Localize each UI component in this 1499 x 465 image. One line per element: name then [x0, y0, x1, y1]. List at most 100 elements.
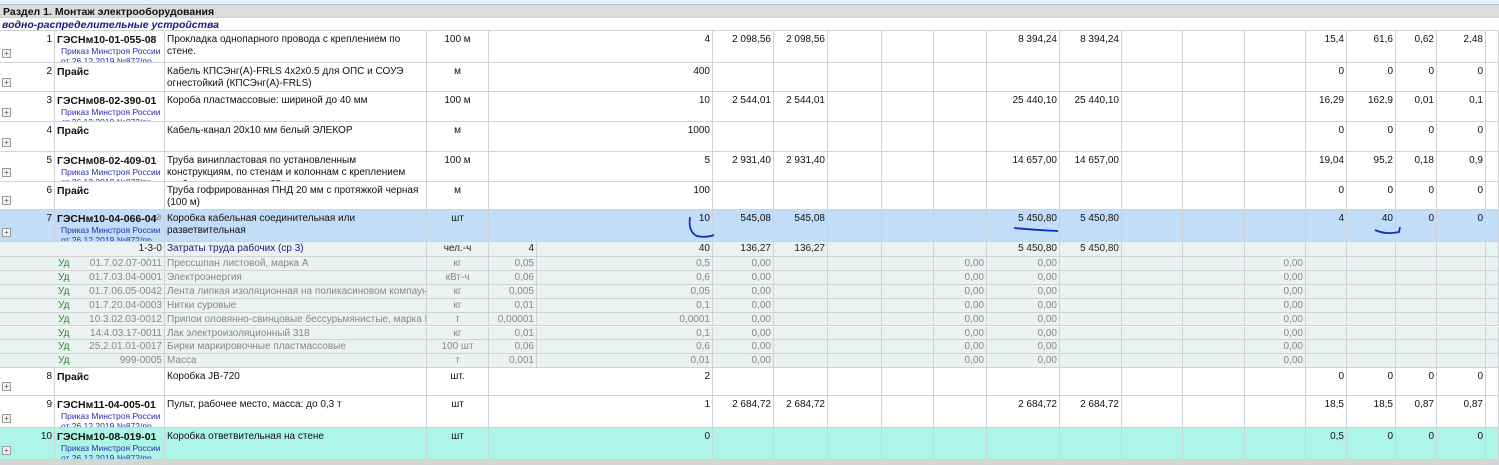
item-name: Пульт, рабочее место, масса: до 0,3 т — [165, 396, 427, 428]
resource-row[interactable]: Уд 01.7.02.07-0011 Прессшпан листовой, мар… — [0, 257, 1499, 271]
code-cell: Прайс — [55, 368, 165, 396]
section-header[interactable]: Раздел 1. Монтаж электрооборудования — [0, 5, 1499, 18]
estimate-row[interactable]: 3 + ГЭСНм08-02-390-01 Приказ Минстроя Росси… — [0, 92, 1499, 122]
value-cell — [1183, 270, 1245, 284]
value-cell: 0 — [1437, 368, 1486, 396]
estimate-row[interactable]: 1 + ГЭСНм10-01-055-08 Приказ Минстроя Росси… — [0, 31, 1499, 63]
resource-type-tag: Уд — [58, 355, 70, 367]
value-cell — [828, 312, 882, 326]
estimate-row[interactable]: 4 + Прайс Кабель-канал 20х10 мм белый ЭЛЕКО… — [0, 122, 1499, 152]
resource-row[interactable]: Уд 10.3.02.03-0012 Припои оловянно-свинцов… — [0, 312, 1499, 327]
expand-icon[interactable]: + — [2, 138, 11, 147]
subsection-header[interactable]: водно-распределительные устройства — [0, 18, 1499, 31]
estimate-row[interactable]: 6 + Прайс Труба гофрированная ПНД 20 мм с п… — [0, 182, 1499, 210]
resource-row[interactable]: Уд 01.7.20.04-0003 Нитки суровые кг 0,01 0,1 0… — [0, 298, 1499, 313]
resource-code: 01.7.20.04-0003 — [89, 299, 162, 311]
order-reference[interactable]: от 26.12.2019 №872/пр — [57, 453, 162, 459]
order-reference[interactable]: Приказ Минстроя России — [57, 443, 162, 453]
expand-icon[interactable]: + — [2, 108, 11, 117]
estimate-row[interactable]: 5 + ГЭСНм08-02-409-01 Приказ Минстроя Росси… — [0, 152, 1499, 182]
expand-icon[interactable]: + — [2, 382, 11, 392]
quantity: 400 — [489, 63, 713, 91]
order-reference[interactable]: Приказ Минстроя России — [57, 167, 162, 177]
resource-row[interactable]: Уд 14.4.03.17-0011 Лак электроизоляционный… — [0, 326, 1499, 341]
order-reference[interactable]: Приказ Минстроя России — [57, 411, 162, 421]
spacer-cell — [1486, 326, 1499, 340]
value-cell — [774, 428, 828, 460]
order-reference[interactable]: от 26.12.2019 №872/пр — [57, 421, 162, 427]
spacer-cell — [1486, 242, 1499, 256]
value-cell: 0,00 — [713, 312, 774, 326]
labor-cost-row[interactable]: 1-3-0 Затраты труда рабочих (ср 3) чел.-ч 4… — [0, 242, 1499, 257]
value-cell: 5 450,80 — [987, 210, 1060, 241]
spacer-cell — [1486, 63, 1499, 91]
order-reference[interactable]: от 26.12.2019 №872/пр — [57, 117, 162, 121]
value-cell: 0,00 — [713, 257, 774, 270]
order-reference[interactable]: Приказ Минстроя России — [57, 107, 162, 117]
spacer-cell — [1486, 270, 1499, 284]
value-cell — [1183, 122, 1245, 151]
value-cell — [1183, 31, 1245, 62]
order-reference[interactable]: от 26.12.2019 №872/пр — [57, 56, 162, 62]
value-cell — [1396, 340, 1437, 354]
code-cell: ГЭСНм10-08-019-01 Приказ Минстроя России о… — [55, 428, 165, 460]
order-reference[interactable]: от 26.12.2019 №872/пр — [57, 235, 162, 241]
value-cell — [1437, 312, 1486, 326]
value-cell — [828, 152, 882, 181]
expand-icon[interactable]: + — [2, 78, 11, 87]
value-cell: 0,01 — [1396, 92, 1437, 121]
quantity: 100 — [489, 182, 713, 209]
value-cell: 0,00 — [1245, 354, 1306, 368]
value-cell — [774, 298, 828, 312]
resource-unit: т — [427, 354, 489, 368]
value-cell: 0,00 — [1245, 270, 1306, 284]
item-name: Труба винипластовая по установленным кон… — [165, 152, 427, 181]
estimate-row[interactable]: 2 + Прайс Кабель КПСЭнг(А)-FRLS 4х2х0.5 для… — [0, 63, 1499, 92]
value-cell — [934, 396, 987, 428]
resource-row[interactable]: Уд 25.2.01.01-0017 Бирки маркировочные пла… — [0, 340, 1499, 355]
value-cell — [1060, 270, 1122, 284]
row-number-cell: 4 + — [0, 122, 55, 151]
resource-code: 999-0005 — [119, 355, 162, 367]
value-cell — [1396, 298, 1437, 312]
value-cell — [1122, 122, 1183, 151]
expand-icon[interactable]: + — [2, 49, 11, 58]
value-cell — [882, 428, 934, 460]
value-cell — [1396, 257, 1437, 270]
expand-icon[interactable]: + — [2, 414, 11, 424]
paperclip-icon[interactable]: ⊘ — [154, 212, 162, 223]
value-cell: 25 440,10 — [1060, 92, 1122, 121]
resource-row[interactable]: Уд 01.7.03.04-0001 Электроэнергия кВт-ч 0,06… — [0, 270, 1499, 285]
row-number-cell: 1 + — [0, 31, 55, 62]
value-cell — [882, 312, 934, 326]
estimate-row[interactable]: 7 + ГЭСНм10-04-066-04 Приказ Минстроя Росси… — [0, 210, 1499, 242]
unit: 100 м — [427, 92, 489, 121]
expand-icon[interactable]: + — [2, 446, 11, 456]
value-cell — [1060, 354, 1122, 368]
estimate-row[interactable]: 10 + ГЭСНм10-08-019-01 Приказ Минстроя Росс… — [0, 428, 1499, 461]
expand-icon[interactable]: + — [2, 168, 11, 177]
value-cell — [1183, 182, 1245, 209]
expand-icon[interactable]: + — [2, 196, 11, 205]
order-reference[interactable]: Приказ Минстроя России — [57, 46, 162, 56]
value-cell — [828, 210, 882, 241]
value-cell — [774, 354, 828, 368]
value-cell — [1122, 31, 1183, 62]
value-cell — [1245, 122, 1306, 151]
value-cell — [1347, 284, 1396, 298]
order-reference[interactable]: от 26.12.2019 №872/пр — [57, 177, 162, 181]
value-cell — [934, 242, 987, 256]
estimate-row[interactable]: 9 + ГЭСНм11-04-005-01 Приказ Минстроя Росси… — [0, 396, 1499, 429]
value-cell: 0 — [1437, 63, 1486, 91]
resource-row[interactable]: Уд 01.7.06.05-0042 Лента липкая изоляционн… — [0, 284, 1499, 299]
spacer-cell — [1486, 257, 1499, 270]
resource-row[interactable]: Уд 999-0005 Масса т 0,001 0,01 0,00 0,00 0,00 0,0… — [0, 354, 1499, 369]
expand-icon[interactable]: + — [2, 228, 11, 237]
spacer-cell — [1486, 122, 1499, 151]
unit: шт — [427, 428, 489, 460]
estimate-row[interactable]: 8 + Прайс Коробка JB-720 шт. 2 0 0 0 0 — [0, 368, 1499, 397]
spacer-cell — [1486, 368, 1499, 396]
order-reference[interactable]: Приказ Минстроя России — [57, 225, 162, 235]
value-cell — [1347, 312, 1396, 326]
value-cell — [1060, 122, 1122, 151]
